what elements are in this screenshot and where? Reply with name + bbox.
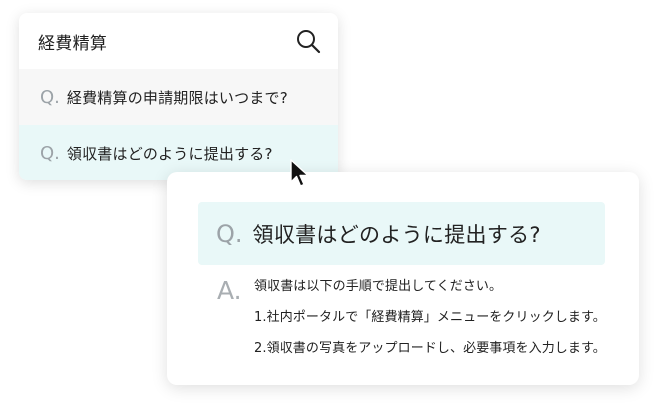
suggestion-item[interactable]: Q. 経費精算の申請期限はいつまで? xyxy=(19,69,338,125)
question-box: Q. 領収書はどのように提出する? xyxy=(198,202,605,265)
answer-body: 領収書は以下の手順で提出してください。 1.社内ポータルで「経費精算」メニューを… xyxy=(254,278,629,371)
question-prefix: Q. xyxy=(40,86,60,108)
mouse-pointer-icon xyxy=(290,159,309,187)
search-icon[interactable] xyxy=(295,28,321,54)
suggestion-label: 領収書はどのように提出する? xyxy=(66,144,273,163)
suggestion-label: 経費精算の申請期限はいつまで? xyxy=(66,88,288,107)
answer-prefix: A. xyxy=(217,276,242,305)
answer-line: 2.領収書の写真をアップロードし、必要事項を入力します。 xyxy=(254,341,606,356)
answer-line: 1.社内ポータルで「経費精算」メニューをクリックします。 xyxy=(254,310,606,325)
answer-line: 領収書は以下の手順で提出してください。 xyxy=(254,279,503,294)
question-title: 領収書はどのように提出する? xyxy=(252,222,541,247)
search-dropdown: 経費精算 Q. 経費精算の申請期限はいつまで? Q. 領収書はどのように提出する… xyxy=(19,13,338,180)
question-prefix: Q. xyxy=(216,219,243,248)
faq-answer-card: Q. 領収書はどのように提出する? A. 領収書は以下の手順で提出してください。… xyxy=(167,172,639,385)
question-prefix: Q. xyxy=(40,142,60,164)
search-bar[interactable]: 経費精算 xyxy=(19,13,338,69)
search-input[interactable]: 経費精算 xyxy=(38,29,107,54)
